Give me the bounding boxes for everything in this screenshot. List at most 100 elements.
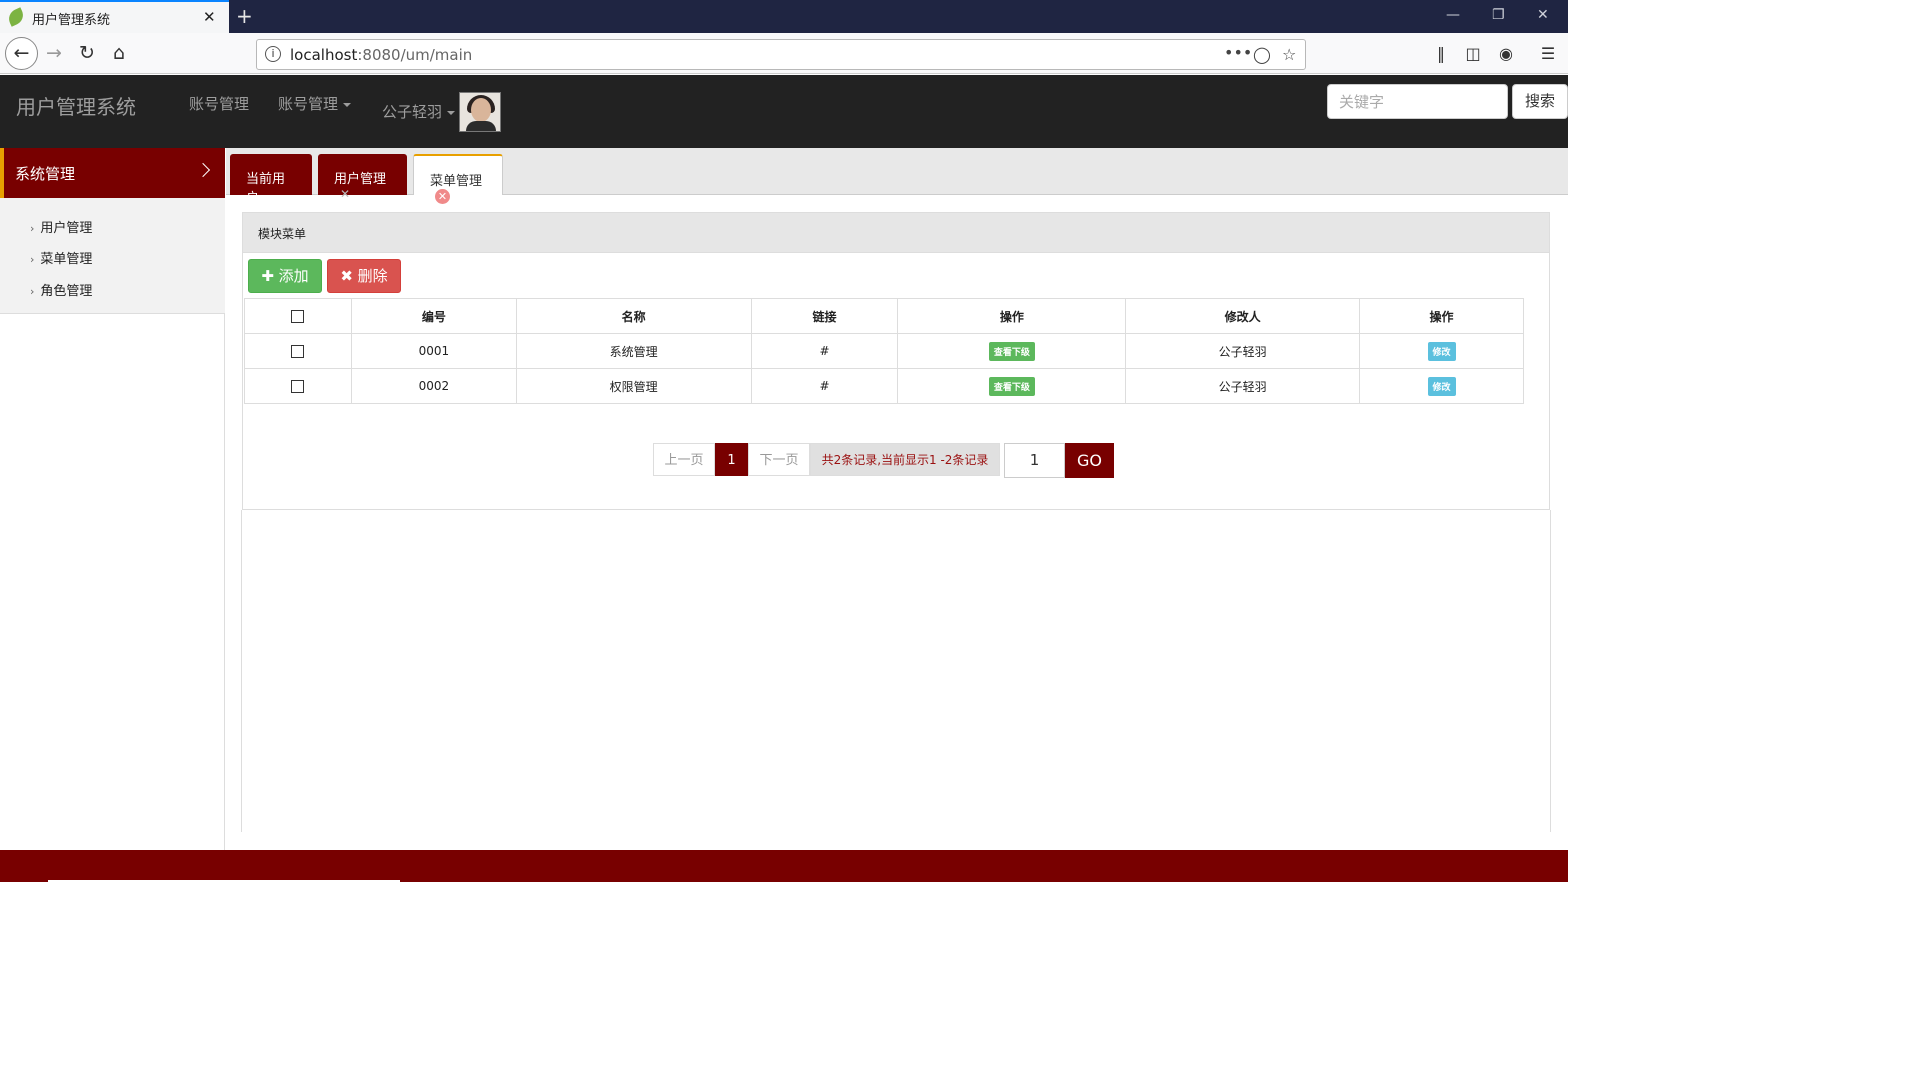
row-checkbox[interactable] [291, 380, 305, 393]
minimize-icon[interactable]: — [1446, 7, 1460, 23]
table-row: 0002 权限管理 # 查看下级 公子轻羽 修改 [244, 368, 1524, 404]
search-input[interactable] [1327, 84, 1508, 119]
add-button-label: 添加 [278, 267, 309, 285]
address-bar[interactable]: i localhost:8080/um/main ••• ◯ ☆ [256, 39, 1306, 70]
sidebar-item-label: 菜单管理 [40, 252, 93, 267]
account-icon[interactable]: ◉ [1492, 40, 1520, 68]
avatar[interactable] [459, 92, 501, 132]
column-header-name[interactable]: 名称 [515, 298, 752, 334]
tab-label: 菜单管理 [430, 174, 483, 189]
view-children-button[interactable]: 查看下级 [988, 376, 1035, 396]
sidebar-item-role-management[interactable]: › 角色管理 [30, 280, 92, 299]
brand-title[interactable]: 用户管理系统 [16, 91, 136, 120]
prev-page-button[interactable]: 上一页 [653, 443, 715, 476]
x-icon: ✖ [340, 267, 353, 285]
close-tab-icon[interactable]: ✕ [203, 8, 216, 26]
column-header-edit[interactable]: 操作 [1359, 298, 1524, 334]
browser-tab-title: 用户管理系统 [32, 13, 111, 28]
restore-icon[interactable]: ❐ [1492, 7, 1505, 23]
row-modifier: 公子轻羽 [1125, 368, 1361, 404]
forward-arrow-icon[interactable]: → [40, 40, 68, 68]
column-header-modifier[interactable]: 修改人 [1125, 298, 1361, 334]
leaf-icon [5, 7, 27, 27]
column-header-link[interactable]: 链接 [750, 298, 899, 334]
plus-icon: ✚ [261, 267, 274, 285]
sidebar-item-label: 用户管理 [40, 221, 93, 236]
column-header-id[interactable]: 编号 [350, 298, 517, 334]
row-edit-cell: 修改 [1359, 333, 1524, 369]
content-area [241, 510, 1551, 832]
back-arrow-icon[interactable]: ← [5, 37, 38, 70]
row-checkbox-cell [244, 333, 352, 369]
tab-label: 当前用户 [246, 172, 286, 206]
reload-icon[interactable]: ↻ [73, 40, 101, 68]
tab-user-management[interactable]: 用户管理✕ [318, 154, 407, 201]
panel-title: 模块菜单 [258, 227, 307, 241]
row-action-cell: 查看下级 [897, 333, 1127, 369]
nav-account-management[interactable]: 账号管理 [189, 93, 249, 114]
chevron-right-icon [195, 162, 211, 178]
row-link: # [750, 333, 899, 369]
caret-down-icon [343, 102, 352, 107]
table-row: 0001 系统管理 # 查看下级 公子轻羽 修改 [244, 333, 1524, 369]
new-tab-button[interactable]: + [236, 4, 253, 28]
window-close-icon[interactable]: ✕ [1537, 7, 1549, 23]
edit-button[interactable]: 修改 [1427, 376, 1456, 396]
row-modifier: 公子轻羽 [1125, 333, 1361, 369]
record-summary: 共2条记录,当前显示1 -2条记录 [810, 443, 1000, 476]
site-info-icon[interactable]: i [265, 46, 281, 62]
row-id: 0001 [350, 333, 517, 369]
footer-divider [48, 880, 400, 882]
menu-icon[interactable]: ☰ [1534, 40, 1562, 68]
url-path: :8080/um/main [357, 46, 473, 64]
bullet-icon: › [30, 285, 35, 298]
sidebar-item-menu-management[interactable]: › 菜单管理 [30, 248, 92, 267]
nav-user-dropdown[interactable]: 公子轻羽 [382, 101, 456, 122]
column-header-action[interactable]: 操作 [897, 298, 1127, 334]
sidebar-header[interactable]: 系统管理 [0, 148, 225, 198]
tab-label: 用户管理 [334, 172, 387, 187]
row-name: 权限管理 [515, 368, 752, 404]
sidebar-toggle-icon[interactable]: ◫ [1459, 40, 1487, 68]
sidebar-item-label: 角色管理 [40, 284, 93, 299]
pocket-icon[interactable]: ◯ [1253, 45, 1271, 64]
page-number-input[interactable]: 1 [1004, 443, 1065, 478]
bookmark-star-icon[interactable]: ☆ [1282, 45, 1296, 64]
nav-account-dropdown-label: 账号管理 [278, 95, 339, 113]
delete-button-label: 删除 [357, 267, 388, 285]
sidebar-menu: › 用户管理 › 菜单管理 › 角色管理 [0, 198, 225, 314]
table-header-row: 编号 名称 链接 操作 修改人 操作 [244, 298, 1524, 334]
nav-account-dropdown[interactable]: 账号管理 [278, 93, 352, 114]
edit-button[interactable]: 修改 [1427, 341, 1456, 361]
bullet-icon: › [30, 222, 35, 235]
delete-button[interactable]: ✖ 删除 [327, 259, 401, 293]
footer-bar [0, 850, 1568, 882]
close-icon[interactable]: ✕ [340, 187, 350, 201]
url-host: localhost [290, 46, 358, 64]
go-button[interactable]: GO [1065, 443, 1114, 478]
url-text: localhost:8080/um/main [290, 46, 472, 64]
nav-user-name: 公子轻羽 [382, 103, 443, 121]
sidebar-header-label: 系统管理 [15, 165, 76, 183]
next-page-button[interactable]: 下一页 [748, 443, 810, 476]
sidebar-item-user-management[interactable]: › 用户管理 [30, 217, 92, 236]
row-link: # [750, 368, 899, 404]
row-checkbox-cell [244, 368, 352, 404]
select-all-cell [244, 298, 352, 334]
row-checkbox[interactable] [291, 345, 305, 358]
browser-tab[interactable]: 用户管理系统 ✕ [0, 0, 229, 33]
tab-menu-management[interactable]: 菜单管理✕ [413, 154, 503, 204]
sidebar: 系统管理 › 用户管理 › 菜单管理 › 角色管理 [0, 148, 225, 850]
tab-current-user[interactable]: 当前用户 [230, 154, 312, 206]
select-all-checkbox[interactable] [291, 310, 305, 323]
add-button[interactable]: ✚ 添加 [248, 259, 322, 293]
page-actions-icon[interactable]: ••• [1224, 43, 1252, 62]
menu-table: 编号 名称 链接 操作 修改人 操作 0001 系统管理 # 查看下级 公子轻羽… [244, 298, 1524, 404]
row-id: 0002 [350, 368, 517, 404]
home-icon[interactable]: ⌂ [105, 40, 133, 68]
library-icon[interactable]: ‖ [1427, 40, 1455, 68]
view-children-button[interactable]: 查看下级 [988, 341, 1035, 361]
search-button[interactable]: 搜索 [1512, 84, 1568, 119]
close-icon[interactable]: ✕ [435, 189, 450, 204]
current-page-button[interactable]: 1 [715, 443, 748, 476]
